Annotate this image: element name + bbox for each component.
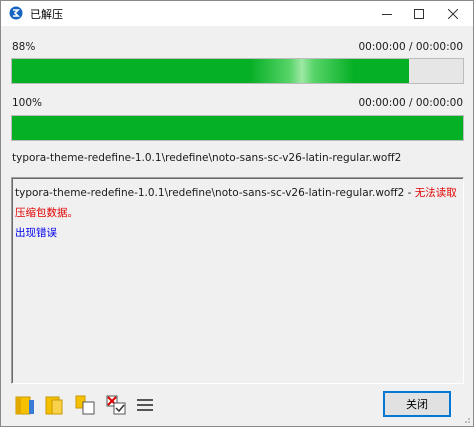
current-file-path: typora-theme-redefine-1.0.1\redefine\not… — [12, 152, 402, 164]
file-progress-bar — [11, 115, 464, 141]
file-progress-fill — [12, 116, 463, 140]
file-percent: 100% — [12, 97, 43, 109]
maximize-icon — [414, 8, 424, 19]
menu-icon[interactable] — [134, 394, 156, 416]
overall-progress-bar — [11, 58, 464, 84]
window-title: 已解压 — [30, 8, 63, 21]
app-icon — [9, 6, 23, 20]
overall-time: 00:00:00 / 00:00:00 — [358, 41, 463, 53]
window-close-button[interactable] — [437, 1, 469, 26]
extract-dialog: 已解压 88% 00:00:00 / 00:00:00 100% 00:00:0… — [0, 0, 474, 427]
log-path: typora-theme-redefine-1.0.1\redefine\not… — [15, 187, 405, 199]
copy-icon[interactable] — [74, 394, 96, 416]
log-entry: typora-theme-redefine-1.0.1\redefine\not… — [15, 183, 460, 223]
log-separator: - — [404, 187, 415, 199]
overall-percent: 88% — [12, 41, 36, 53]
file-time: 00:00:00 / 00:00:00 — [358, 97, 463, 109]
minimize-button[interactable] — [371, 1, 403, 26]
delete-files-icon[interactable] — [105, 394, 127, 416]
resize-grip-icon[interactable] — [461, 414, 471, 424]
close-button[interactable]: 关闭 — [383, 391, 451, 417]
overall-progress-fill — [12, 59, 409, 83]
message-log[interactable]: typora-theme-redefine-1.0.1\redefine\not… — [11, 177, 464, 384]
close-icon — [448, 8, 458, 19]
minimize-icon — [382, 13, 392, 15]
log-status: 出现错误 — [15, 227, 57, 239]
title-bar[interactable]: 已解压 — [1, 1, 473, 26]
open-folder-icon[interactable] — [44, 394, 66, 416]
maximize-button[interactable] — [403, 1, 435, 26]
folder-icon[interactable] — [14, 394, 36, 416]
